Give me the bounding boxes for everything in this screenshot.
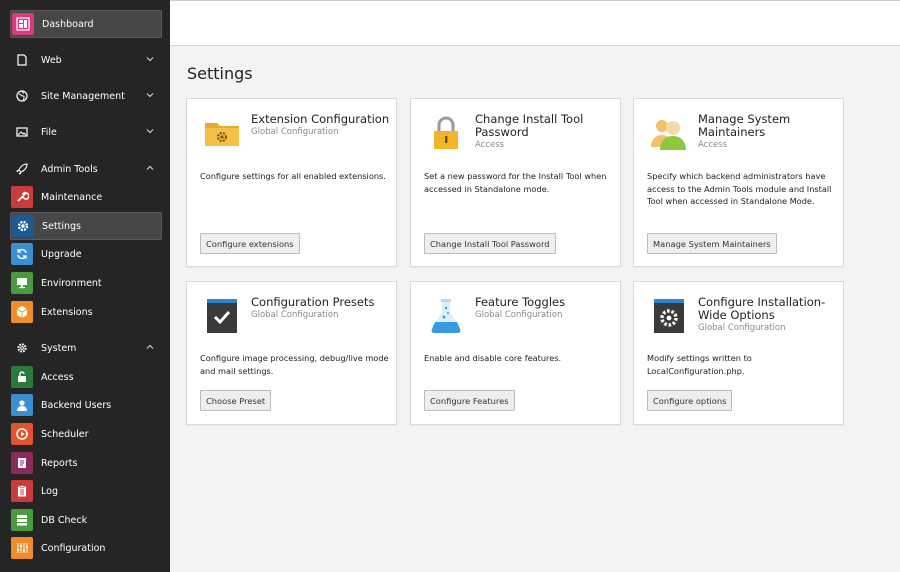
sidebar-item-label: Web (41, 54, 62, 66)
sidebar-group-admin-tools[interactable]: Admin Tools (10, 155, 162, 183)
sidebar-item-label: Backend Users (41, 399, 112, 411)
configure-features-button[interactable]: Configure Features (424, 390, 515, 411)
sidebar-item-label: Site Management (41, 90, 125, 102)
sidebar-group-system[interactable]: System (10, 334, 162, 362)
sidebar-item-label: Maintenance (41, 191, 103, 203)
sidebar-item-settings[interactable]: Settings (10, 212, 162, 240)
sidebar-item-dashboard[interactable]: Dashboard (10, 10, 162, 38)
card-title: Extension Configuration (251, 112, 390, 126)
card-description: Modify settings written to LocalConfigur… (647, 353, 752, 376)
card-title: Configure Installation-Wide Options (698, 295, 826, 322)
card-change-install-tool-password: Change Install Tool Password Access Set … (410, 98, 621, 267)
cog-icon (14, 340, 30, 356)
sidebar-item-label: File (41, 126, 57, 138)
main-content: Settings Extension Configuration Global … (170, 46, 900, 572)
sidebar-group-site-management[interactable]: Site Management (10, 82, 162, 110)
sidebar: Dashboard Web Site Management File Admin… (0, 0, 170, 572)
card-title: Change Install Tool Password (475, 112, 584, 139)
gear-icon (12, 215, 34, 237)
sidebar-item-reports[interactable]: Reports (10, 449, 162, 477)
manage-system-maintainers-button[interactable]: Manage System Maintainers (647, 233, 777, 254)
clock-play-icon (11, 423, 33, 445)
dashboard-icon (12, 13, 34, 35)
sidebar-item-label: Upgrade (41, 248, 82, 260)
refresh-icon (11, 243, 33, 265)
sidebar-item-label: Reports (41, 457, 78, 469)
card-title: Configuration Presets (251, 295, 375, 309)
image-icon (14, 124, 30, 140)
card-subtitle: Global Configuration (698, 323, 786, 333)
card-configure-installation-wide-options: Configure Installation-Wide Options Glob… (633, 281, 844, 425)
padlock-icon (434, 116, 458, 149)
monitor-icon (11, 272, 33, 294)
folder-gear-icon (205, 123, 239, 146)
sidebar-item-label: Configuration (41, 542, 106, 554)
change-install-tool-password-button[interactable]: Change Install Tool Password (424, 233, 556, 254)
sidebar-item-extensions[interactable]: Extensions (10, 298, 162, 326)
card-description: Specify which backend administrators hav… (647, 171, 832, 207)
clipboard-icon (11, 480, 33, 502)
card-configuration-presets: Configuration Presets Global Configurati… (186, 281, 397, 425)
sidebar-item-label: Extensions (41, 306, 93, 318)
users-icon (651, 120, 686, 150)
chevron-down-icon[interactable] (146, 127, 154, 135)
page-icon (14, 52, 30, 68)
card-title: Manage System Maintainers (698, 112, 791, 139)
sidebar-item-label: Access (41, 371, 74, 383)
sidebar-item-scheduler[interactable]: Scheduler (10, 420, 162, 448)
sidebar-item-label: Settings (42, 220, 81, 232)
chevron-down-icon[interactable] (146, 91, 154, 99)
sidebar-item-db-check[interactable]: DB Check (10, 506, 162, 534)
sidebar-item-access[interactable]: Access (10, 363, 162, 391)
choose-preset-button[interactable]: Choose Preset (200, 390, 272, 411)
card-subtitle: Access (698, 140, 728, 150)
unlock-icon (11, 366, 33, 388)
configure-extensions-button[interactable]: Configure extensions (200, 233, 300, 254)
card-subtitle: Global Configuration (251, 310, 339, 320)
cube-icon (11, 301, 33, 323)
gear-doc-icon (654, 299, 684, 333)
card-subtitle: Access (475, 140, 505, 150)
card-extension-configuration: Extension Configuration Global Configura… (186, 98, 397, 267)
checkmark-doc-icon (207, 299, 237, 333)
sidebar-item-label: Admin Tools (41, 163, 98, 175)
sidebar-item-label: Environment (41, 277, 102, 289)
configure-options-button[interactable]: Configure options (647, 390, 733, 411)
sidebar-item-label: Log (41, 485, 58, 497)
sliders-icon (11, 537, 33, 559)
sidebar-item-label: Scheduler (41, 428, 89, 440)
rocket-icon (14, 161, 30, 177)
card-description: Enable and disable core features. (424, 353, 562, 363)
card-description: Configure image processing, debug/live m… (200, 353, 389, 376)
sidebar-item-maintenance[interactable]: Maintenance (10, 183, 162, 211)
card-subtitle: Global Configuration (251, 127, 339, 137)
wrench-icon (11, 186, 33, 208)
sidebar-group-file[interactable]: File (10, 118, 162, 146)
card-title: Feature Toggles (475, 295, 566, 309)
sidebar-item-label: Dashboard (42, 18, 94, 30)
page-title: Settings (187, 64, 253, 83)
sidebar-item-label: System (41, 342, 77, 354)
sidebar-item-upgrade[interactable]: Upgrade (10, 240, 162, 268)
flask-icon (431, 299, 461, 333)
globe-icon (14, 88, 30, 104)
sidebar-item-log[interactable]: Log (10, 477, 162, 505)
report-icon (11, 452, 33, 474)
chevron-up-icon[interactable] (146, 343, 154, 351)
database-icon (11, 509, 33, 531)
user-icon (11, 394, 33, 416)
sidebar-item-configuration[interactable]: Configuration (10, 534, 162, 562)
top-bar (170, 0, 900, 46)
card-description: Configure settings for all enabled exten… (200, 171, 386, 181)
card-description: Set a new password for the Install Tool … (424, 171, 607, 194)
sidebar-group-web[interactable]: Web (10, 46, 162, 74)
sidebar-item-environment[interactable]: Environment (10, 269, 162, 297)
card-subtitle: Global Configuration (475, 310, 563, 320)
chevron-down-icon[interactable] (146, 55, 154, 63)
chevron-up-icon[interactable] (146, 164, 154, 172)
sidebar-item-backend-users[interactable]: Backend Users (10, 391, 162, 419)
card-feature-toggles: Feature Toggles Global Configuration Ena… (410, 281, 621, 425)
card-manage-system-maintainers: Manage System Maintainers Access Specify… (633, 98, 844, 267)
sidebar-item-label: DB Check (41, 514, 88, 526)
